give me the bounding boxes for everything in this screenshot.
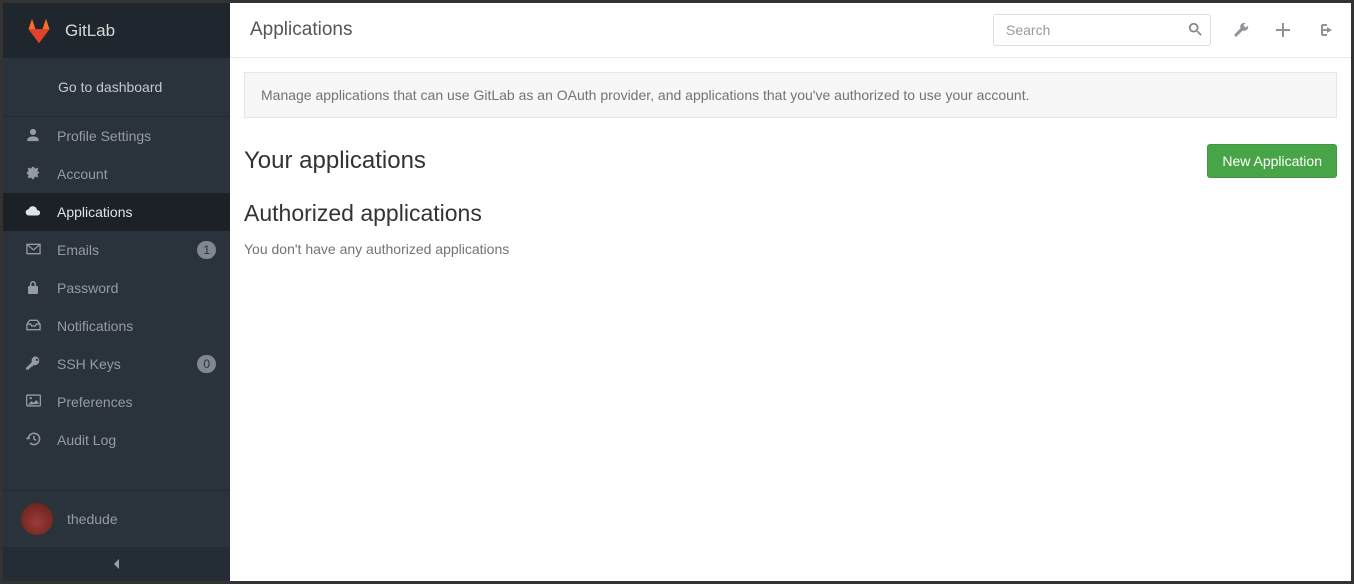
gitlab-logo-icon [25, 17, 53, 45]
sidebar-item-label: Audit Log [57, 432, 216, 448]
content: Manage applications that can use GitLab … [230, 58, 1351, 257]
sidebar-item-label: Emails [57, 242, 181, 258]
new-application-button[interactable]: New Application [1207, 144, 1337, 178]
user-icon [25, 128, 41, 145]
search-button[interactable] [1185, 20, 1205, 40]
info-banner: Manage applications that can use GitLab … [244, 72, 1337, 118]
mail-icon [25, 242, 41, 258]
sidebar-item-applications[interactable]: Applications [3, 193, 230, 231]
sidebar-item-badge: 1 [197, 241, 216, 259]
sidebar-user[interactable]: thedude [3, 490, 230, 547]
avatar [21, 503, 53, 535]
gear-icon [25, 166, 41, 183]
sidebar-item-badge: 0 [197, 355, 216, 373]
sidebar-item-label: Profile Settings [57, 128, 216, 144]
sidebar-item-notifications[interactable]: Notifications [3, 307, 230, 345]
go-to-dashboard-label: Go to dashboard [58, 79, 162, 95]
sidebar-item-profile-settings[interactable]: Profile Settings [3, 117, 230, 155]
sidebar-item-label: Password [57, 280, 216, 296]
username: thedude [67, 511, 118, 527]
go-to-dashboard[interactable]: Go to dashboard [3, 58, 230, 117]
main-pane: Applications Manage applications that ca… [230, 3, 1351, 581]
search [993, 14, 1211, 46]
inbox-icon [25, 318, 41, 334]
sidebar-nav: Profile Settings Account Applications Email… [3, 117, 230, 490]
lock-icon [25, 280, 41, 297]
sidebar-item-ssh-keys[interactable]: SSH Keys 0 [3, 345, 230, 383]
sidebar-item-label: Applications [57, 204, 216, 220]
cloud-icon [25, 204, 41, 221]
info-text: Manage applications that can use GitLab … [261, 87, 1030, 103]
new-plus-icon[interactable] [1271, 18, 1295, 42]
sidebar-item-emails[interactable]: Emails 1 [3, 231, 230, 269]
sidebar-item-label: SSH Keys [57, 356, 181, 372]
sidebar-item-account[interactable]: Account [3, 155, 230, 193]
search-icon [1188, 24, 1202, 39]
page-title: Applications [250, 19, 975, 41]
admin-wrench-icon[interactable] [1229, 18, 1253, 42]
chevron-left-icon [113, 556, 121, 572]
history-icon [25, 432, 41, 449]
sidebar-item-preferences[interactable]: Preferences [3, 383, 230, 421]
sidebar-item-label: Preferences [57, 394, 216, 410]
topbar: Applications [230, 3, 1351, 58]
picture-icon [25, 394, 41, 410]
brand[interactable]: GitLab [3, 3, 230, 58]
authorized-applications-heading: Authorized applications [244, 200, 1337, 227]
search-input[interactable] [993, 14, 1211, 46]
authorized-empty-text: You don't have any authorized applicatio… [244, 241, 1337, 257]
sidebar-item-audit-log[interactable]: Audit Log [3, 421, 230, 459]
sign-out-icon[interactable] [1313, 18, 1337, 42]
brand-name: GitLab [65, 21, 115, 41]
your-applications-heading: Your applications [244, 147, 1207, 175]
sidebar-item-label: Notifications [57, 318, 216, 334]
key-icon [25, 356, 41, 373]
your-applications-header: Your applications New Application [244, 144, 1337, 178]
sidebar-collapse[interactable] [3, 547, 230, 581]
sidebar-item-label: Account [57, 166, 216, 182]
sidebar-item-password[interactable]: Password [3, 269, 230, 307]
sidebar: GitLab Go to dashboard Profile Settings A… [3, 3, 230, 581]
